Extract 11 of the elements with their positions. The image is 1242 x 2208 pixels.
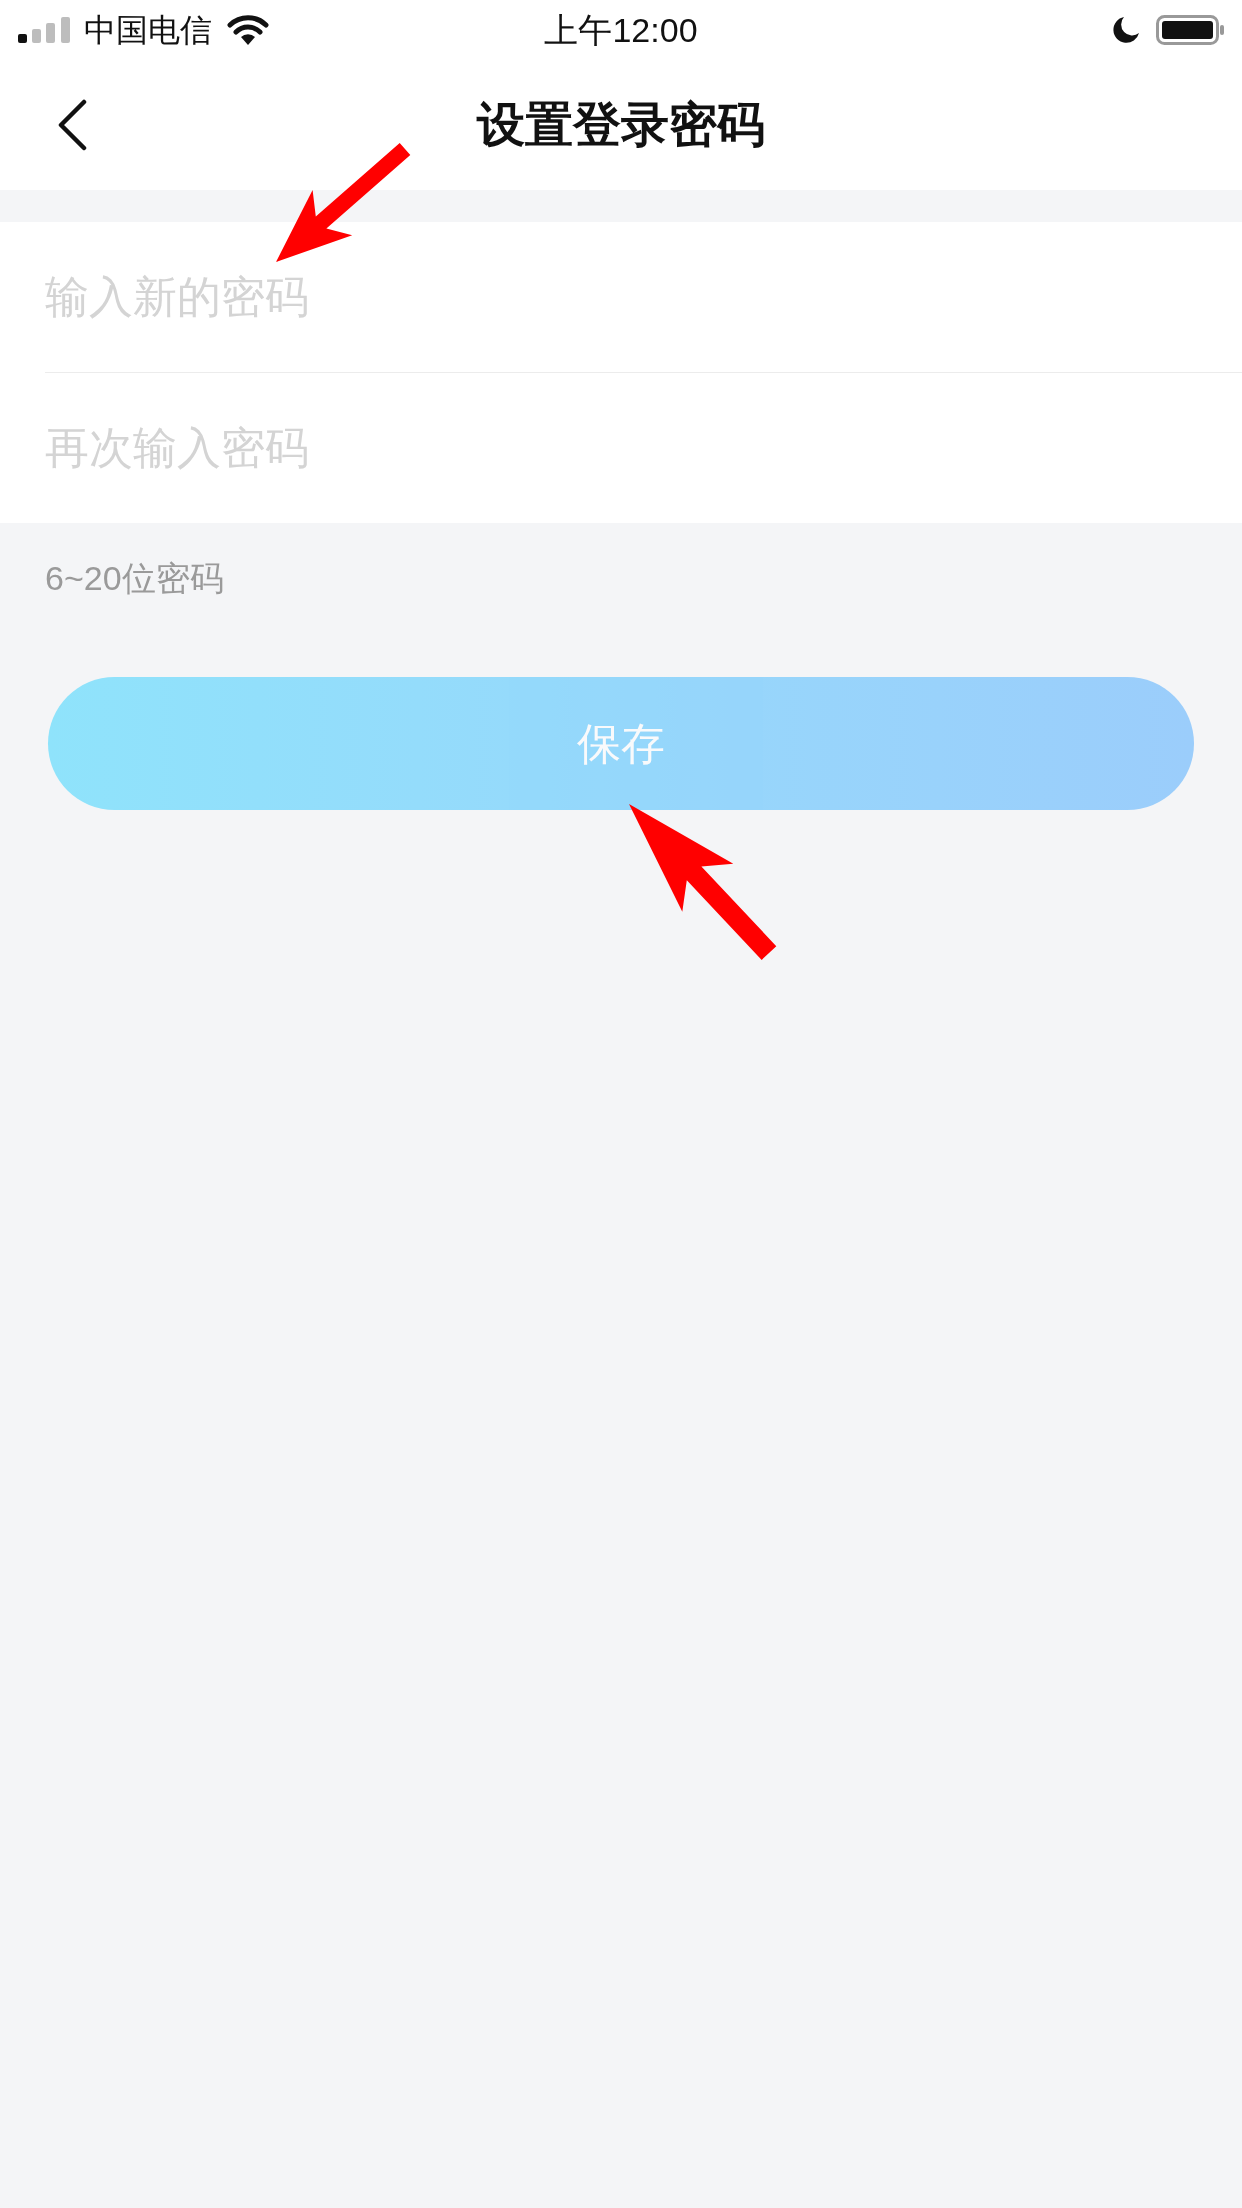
carrier-name: 中国电信 <box>84 14 212 46</box>
pointer-arrow-icon <box>276 143 411 263</box>
password-hint: 6~20位密码 <box>45 558 224 598</box>
status-time: 上午12:00 <box>544 13 698 47</box>
signal-icon <box>18 17 70 43</box>
wifi-icon <box>226 15 270 45</box>
page-title: 设置登录密码 <box>477 101 765 149</box>
battery-icon <box>1156 15 1224 45</box>
moon-icon <box>1112 16 1140 44</box>
pointer-arrow-icon <box>629 804 777 960</box>
chevron-left-icon <box>57 99 87 151</box>
